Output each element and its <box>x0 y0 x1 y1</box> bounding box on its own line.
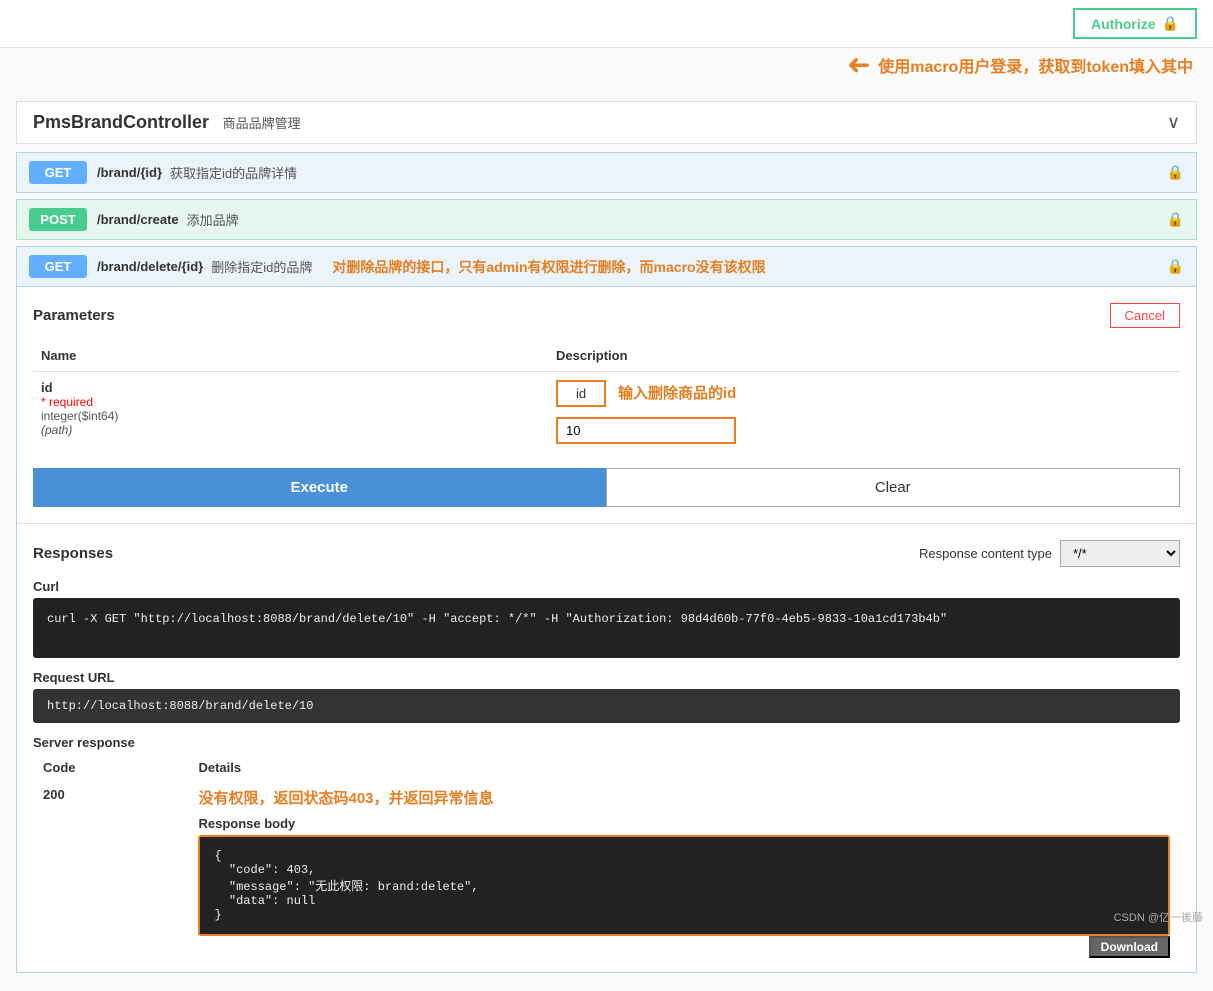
lock-icon-small: 🔒 <box>1167 164 1184 181</box>
param-name: id <box>41 380 540 395</box>
curl-value: curl -X GET "http://localhost:8088/brand… <box>33 598 1180 658</box>
top-annotation-area: ➜ 使用macro用户登录，获取到token填入其中 <box>0 48 1213 89</box>
request-url-section: Request URL http://localhost:8088/brand/… <box>33 670 1180 723</box>
endpoint-path-delete: /brand/delete/{id} <box>97 259 203 274</box>
server-response-label: Server response <box>33 735 1180 750</box>
endpoint-desc-delete: 删除指定id的品牌 <box>211 257 312 276</box>
endpoint-post-brand-create[interactable]: POST /brand/create 添加品牌 🔒 <box>16 199 1197 240</box>
controller-header[interactable]: PmsBrandController 商品品牌管理 ∨ <box>16 101 1197 144</box>
param-row-id: id * required integer($int64) (path) id … <box>33 372 1180 453</box>
parameters-title: Parameters <box>33 307 115 324</box>
col-name: Name <box>33 340 548 372</box>
response-details-cell: 没有权限，返回状态码403，并返回异常信息 Response body { "c… <box>190 781 1178 942</box>
param-input-area: id 输入删除商品的id <box>556 380 1172 407</box>
delete-annotation: 对删除品牌的接口，只有admin有权限进行删除，而macro没有该权限 <box>332 257 1166 277</box>
method-badge-post: POST <box>29 208 87 231</box>
endpoint-expanded-delete: GET /brand/delete/{id} 删除指定id的品牌 对删除品牌的接… <box>16 246 1197 973</box>
response-body-block: Response body { "code": 403, "message": … <box>198 816 1170 936</box>
top-bar: Authorize 🔒 <box>0 0 1213 48</box>
param-name-cell: id * required integer($int64) (path) <box>33 372 548 453</box>
cancel-button[interactable]: Cancel <box>1110 303 1180 328</box>
response-body-label: Response body <box>198 816 1170 831</box>
method-badge-get-delete: GET <box>29 255 87 278</box>
execute-button[interactable]: Execute <box>33 468 606 507</box>
arrow-icon: ➜ <box>847 48 870 81</box>
col-description: Description <box>548 340 1180 372</box>
response-json-block: { "code": 403, "message": "无此权限: brand:d… <box>198 835 1170 936</box>
parameters-header: Parameters Cancel <box>33 303 1180 328</box>
chevron-down-icon: ∨ <box>1167 112 1180 133</box>
responses-section: Responses Response content type */* Curl… <box>17 523 1196 972</box>
responses-header: Responses Response content type */* <box>33 540 1180 567</box>
param-required: * required <box>41 395 540 409</box>
controller-subtitle: 商品品牌管理 <box>223 116 301 131</box>
curl-label: Curl <box>33 579 1180 594</box>
response-row-200: 200 没有权限，返回状态码403，并返回异常信息 Response body … <box>35 781 1178 942</box>
content-type-select[interactable]: */* <box>1060 540 1180 567</box>
lock-icon: 🔒 <box>1162 15 1179 32</box>
parameters-section: Parameters Cancel Name Description id * … <box>17 287 1196 523</box>
responses-title: Responses <box>33 545 113 562</box>
param-id-input[interactable] <box>556 417 736 444</box>
csdn-watermark: CSDN @亿一後藤 <box>1114 909 1203 925</box>
parameters-table: Name Description id * required integer($… <box>33 340 1180 452</box>
top-annotation-text: 使用macro用户登录，获取到token填入其中 <box>878 53 1193 77</box>
no-permission-annotation: 没有权限，返回状态码403，并返回异常信息 <box>198 787 1170 808</box>
authorize-button[interactable]: Authorize 🔒 <box>1073 8 1197 39</box>
param-label-box: id <box>556 380 606 407</box>
content-type-label: Response content type <box>919 546 1052 561</box>
method-badge-get: GET <box>29 161 87 184</box>
endpoint-path-post: /brand/create <box>97 212 179 227</box>
endpoint-expanded-header[interactable]: GET /brand/delete/{id} 删除指定id的品牌 对删除品牌的接… <box>17 247 1196 287</box>
endpoint-desc-post: 添加品牌 <box>187 210 239 229</box>
endpoint-desc: 获取指定id的品牌详情 <box>170 163 297 182</box>
clear-button[interactable]: Clear <box>606 468 1181 507</box>
response-content-type-area: Response content type */* <box>919 540 1180 567</box>
param-label-container: id <box>556 380 606 407</box>
server-response-table: Code Details 200 没有权限，返回状态码403，并返回异常信息 R… <box>33 754 1180 944</box>
lock-icon-delete: 🔒 <box>1167 258 1184 275</box>
param-input-value[interactable] <box>556 417 1172 444</box>
authorize-label: Authorize <box>1091 16 1156 32</box>
controller-title: PmsBrandController <box>33 112 209 132</box>
id-annotation: 输入删除商品的id <box>618 382 736 403</box>
details-header: Details <box>190 756 1178 779</box>
endpoint-path: /brand/{id} <box>97 165 162 180</box>
lock-icon-small-post: 🔒 <box>1167 211 1184 228</box>
request-url-label: Request URL <box>33 670 1180 685</box>
download-button[interactable]: Download <box>1089 936 1170 958</box>
server-response-section: Server response Code Details 200 <box>33 735 1180 944</box>
main-content: PmsBrandController 商品品牌管理 ∨ GET /brand/{… <box>0 89 1213 991</box>
endpoint-get-brand-id[interactable]: GET /brand/{id} 获取指定id的品牌详情 🔒 <box>16 152 1197 193</box>
param-type: integer($int64) <box>41 409 540 423</box>
controller-title-area: PmsBrandController 商品品牌管理 <box>33 112 301 133</box>
code-header: Code <box>35 756 188 779</box>
execute-clear-row: Execute Clear <box>33 468 1180 507</box>
request-url-value: http://localhost:8088/brand/delete/10 <box>33 689 1180 723</box>
param-location: (path) <box>41 423 540 437</box>
curl-section: Curl curl -X GET "http://localhost:8088/… <box>33 579 1180 658</box>
code-200: 200 <box>35 781 188 942</box>
param-input-cell: id 输入删除商品的id <box>548 372 1180 453</box>
